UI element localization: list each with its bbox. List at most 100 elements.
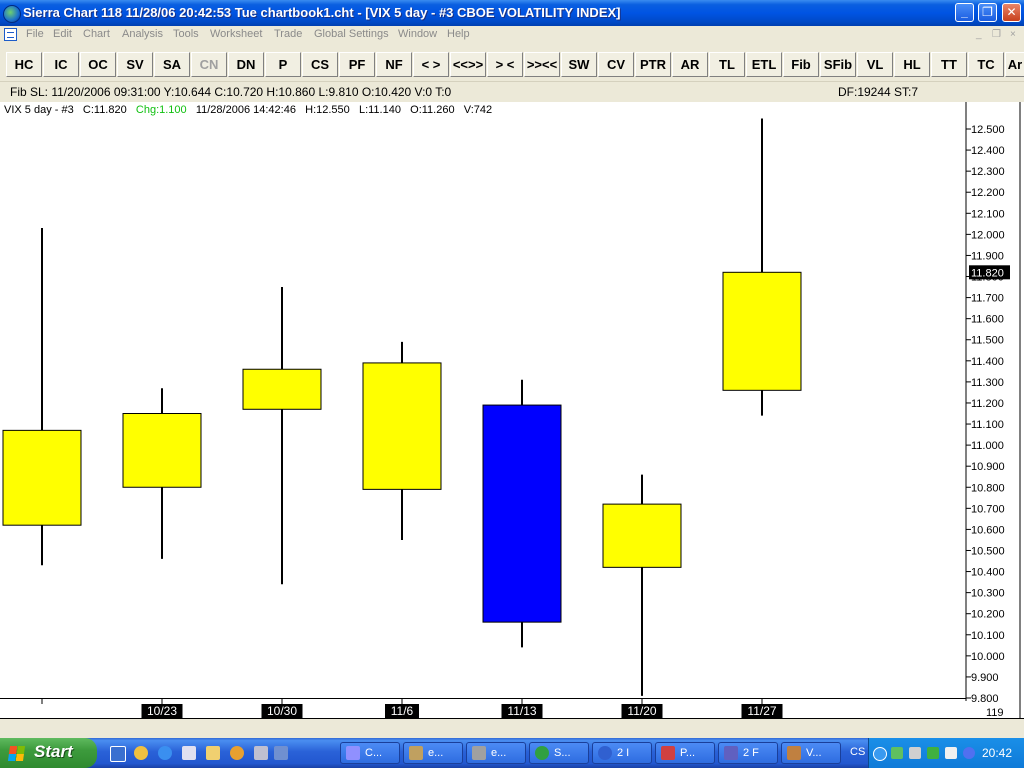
menu-worksheet[interactable]: Worksheet [210,28,262,40]
tool-button-ptr[interactable]: PTR [635,52,671,77]
price-tick-label: 11.200 [971,398,1004,410]
menu-edit[interactable]: Edit [53,28,72,40]
price-tick-label: 10.600 [971,524,1005,536]
tool-button-cn[interactable]: CN [191,52,227,77]
tray-connection-icon[interactable] [927,747,939,759]
menu-help[interactable]: Help [447,28,470,40]
tool-button-hl[interactable]: HL [894,52,930,77]
tool-button-pf[interactable]: PF [339,52,375,77]
language-indicator[interactable]: CS [850,746,865,758]
menu-analysis[interactable]: Analysis [122,28,163,40]
candlestick-chart[interactable]: 12.500 12.400 12.300 12.200 12.100 12.000 11.9… [0,102,1024,719]
minimize-button[interactable]: _ [955,3,974,22]
price-tick-label: 11.300 [971,377,1004,389]
clock-app-icon[interactable] [134,746,148,760]
tool-button-scroll-expand[interactable]: < > [413,52,449,77]
ie-icon[interactable] [158,746,172,760]
tool-button-p[interactable]: P [265,52,301,77]
tool-button-dn[interactable]: DN [228,52,264,77]
tool-button-tl[interactable]: TL [709,52,745,77]
last-price-marker: 11.820 [969,265,1010,280]
tool-button-ar-partial[interactable]: Ar [1005,52,1024,77]
menu-file[interactable]: File [26,28,44,40]
tool-button-oc[interactable]: OC [80,52,116,77]
close-button[interactable]: ✕ [1002,3,1021,22]
menu-chart[interactable]: Chart [83,28,110,40]
price-tick-label: 12.000 [971,229,1005,241]
menu-tools[interactable]: Tools [173,28,199,40]
restore-button[interactable]: ❐ [978,3,997,22]
price-tick-label: 12.500 [971,124,1005,136]
task-item[interactable]: e... [403,742,463,764]
task-item[interactable]: 2 I [592,742,652,764]
tool-button-fib[interactable]: Fib [783,52,819,77]
document-icon[interactable] [4,28,17,41]
tray-network-icon[interactable] [891,747,903,759]
tool-button-etl[interactable]: ETL [746,52,782,77]
tool-button-ic[interactable]: IC [43,52,79,77]
task-label: V... [806,747,822,759]
price-tick-label: 10.100 [971,630,1005,642]
task-item[interactable]: e... [466,742,526,764]
price-tick-label: 11.400 [971,356,1004,368]
price-tick-label: 10.000 [971,651,1005,663]
menu-global-settings[interactable]: Global Settings [314,28,389,40]
task-item[interactable]: C... [340,742,400,764]
tool-button-sw[interactable]: SW [561,52,597,77]
tool-button-tc[interactable]: TC [968,52,1004,77]
task-item[interactable]: 2 F [718,742,778,764]
candle-body [362,362,442,490]
folder-icon[interactable] [206,746,220,760]
mdi-restore-button[interactable]: ❐ [992,29,1001,40]
chart-window[interactable]: 12.500 12.400 12.300 12.200 12.100 12.000 11.9… [0,102,1024,719]
task-item[interactable]: V... [781,742,841,764]
tool-button-sv[interactable]: SV [117,52,153,77]
fib-status-text: Fib SL: 11/20/2006 09:31:00 Y:10.644 C:1… [10,85,452,99]
tray-app-icon[interactable] [909,747,921,759]
mdi-minimize-button[interactable]: _ [976,29,982,40]
tool-button-hc[interactable]: HC [6,52,42,77]
price-tick-label: 10.800 [971,482,1005,494]
doc-icon[interactable] [182,746,196,760]
app-globe-icon[interactable] [3,5,21,23]
task-item[interactable]: P... [655,742,715,764]
tray-volume-icon[interactable] [945,747,957,759]
tool-button-cs[interactable]: CS [302,52,338,77]
candle-body [122,413,202,488]
mdi-close-button[interactable]: × [1010,29,1016,40]
chart-volume: V:742 [463,104,493,116]
price-tick-label: 12.100 [971,208,1005,220]
task-label: P... [680,747,696,759]
media-icon[interactable] [230,746,244,760]
menu-window[interactable]: Window [398,28,437,40]
desktop-icon[interactable] [110,746,126,762]
taskbar: Start C... e... e... S... 2 I P... 2 F V… [0,738,1024,768]
tool-icon[interactable] [254,746,268,760]
title-bar: Sierra Chart 118 11/28/06 20:42:53 Tue c… [0,0,1024,26]
tool-button-sa[interactable]: SA [154,52,190,77]
tool-button-scroll-expand-more[interactable]: <<>> [450,52,486,77]
tool-button-sfib[interactable]: SFib [820,52,856,77]
candle-body [242,368,322,410]
chart-low: L:11.140 [358,104,401,116]
price-tick-label: 11.000 [971,440,1004,452]
start-button[interactable]: Start [0,738,97,768]
tray-expand-icon[interactable] [873,747,887,761]
taskbar-clock: 20:42 [982,746,1013,760]
tray-globe-icon[interactable] [963,747,975,759]
tool-button-vl[interactable]: VL [857,52,893,77]
tool-button-ar[interactable]: AR [672,52,708,77]
task-item[interactable]: S... [529,742,589,764]
tool-button-compress-more[interactable]: >><< [524,52,560,77]
price-tick-label: 10.300 [971,588,1005,600]
date-label: 11/6 [391,704,414,718]
tool-button-compress[interactable]: > < [487,52,523,77]
tool-button-nf[interactable]: NF [376,52,412,77]
task-app-icon [661,746,675,760]
tool-button-cv[interactable]: CV [598,52,634,77]
menu-trade[interactable]: Trade [274,28,302,40]
app-icon-pinned[interactable] [274,746,288,760]
price-tick-label: 11.900 [971,250,1004,262]
task-app-icon [787,746,801,760]
tool-button-tt[interactable]: TT [931,52,967,77]
